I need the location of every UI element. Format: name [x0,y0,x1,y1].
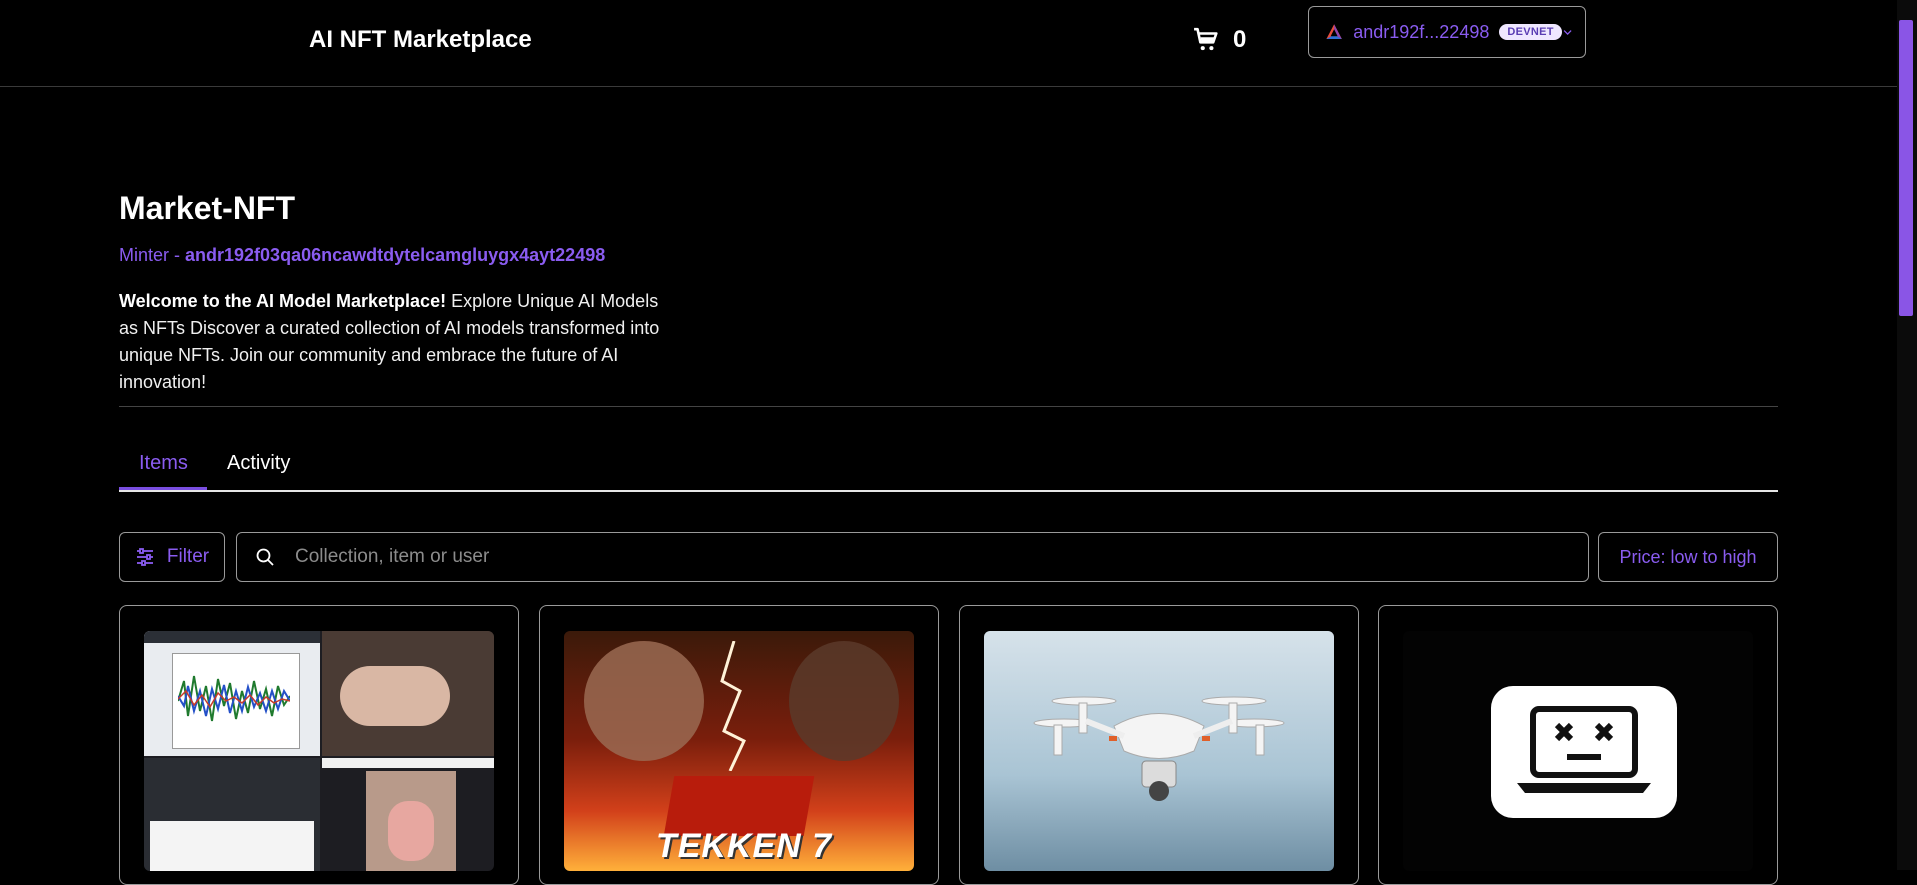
nft-image-screenshot-collage [144,631,494,871]
tab-activity[interactable]: Activity [227,452,290,475]
search-input[interactable] [293,545,1497,569]
nft-image-broken-laptop-icon [1403,631,1753,871]
nft-card[interactable]: TEKKEN 7 [539,605,939,885]
collection-title: Market-NFT [119,190,296,226]
tab-bar: Items Activity [119,440,1778,492]
minter-address[interactable]: andr192f03qa06ncawdtdytelcamgluygx4ayt22… [185,245,605,265]
tekken-logo-text: TEKKEN 7 [655,827,833,865]
section-divider [119,406,1778,407]
nft-image-drone-photo [984,631,1334,871]
wallet-address: andr192f...22498 [1353,21,1490,42]
wallet-button[interactable]: andr192f...22498 DEVNET [1308,6,1586,58]
brand-title[interactable]: AI NFT Marketplace [309,26,532,54]
nft-card[interactable] [119,605,519,885]
active-tab-indicator [119,487,207,490]
nft-image-tekken-7-artwork: TEKKEN 7 [564,631,914,871]
dead-laptop-icon [1517,706,1651,793]
sliders-icon [136,548,153,566]
sort-dropdown[interactable]: Price: low to high [1598,532,1778,582]
nft-card[interactable] [959,605,1359,885]
search-box[interactable] [236,532,1589,582]
tab-items[interactable]: Items [139,452,188,475]
cart-icon [1194,27,1218,51]
filter-button[interactable]: Filter [119,532,225,582]
nft-card[interactable] [1378,605,1778,885]
top-header: AI NFT Marketplace 0 andr192f...22498 DE… [0,0,1897,87]
cart-count: 0 [1233,26,1247,53]
collection-description: Welcome to the AI Model Marketplace! Exp… [119,288,679,396]
minter-line: Minter - andr192f03qa06ncawdtdytelcamglu… [119,245,605,266]
scrollbar-thumb[interactable] [1899,20,1913,316]
andromeda-logo-icon [1326,24,1342,40]
minter-label: Minter - [119,245,186,265]
filter-label: Filter [166,546,210,567]
search-icon [256,548,274,566]
network-badge: DEVNET [1499,24,1562,40]
chevron-down-icon [1563,30,1572,35]
cart-button[interactable]: 0 [1193,26,1246,54]
description-heading: Welcome to the AI Model Marketplace! [119,291,447,311]
